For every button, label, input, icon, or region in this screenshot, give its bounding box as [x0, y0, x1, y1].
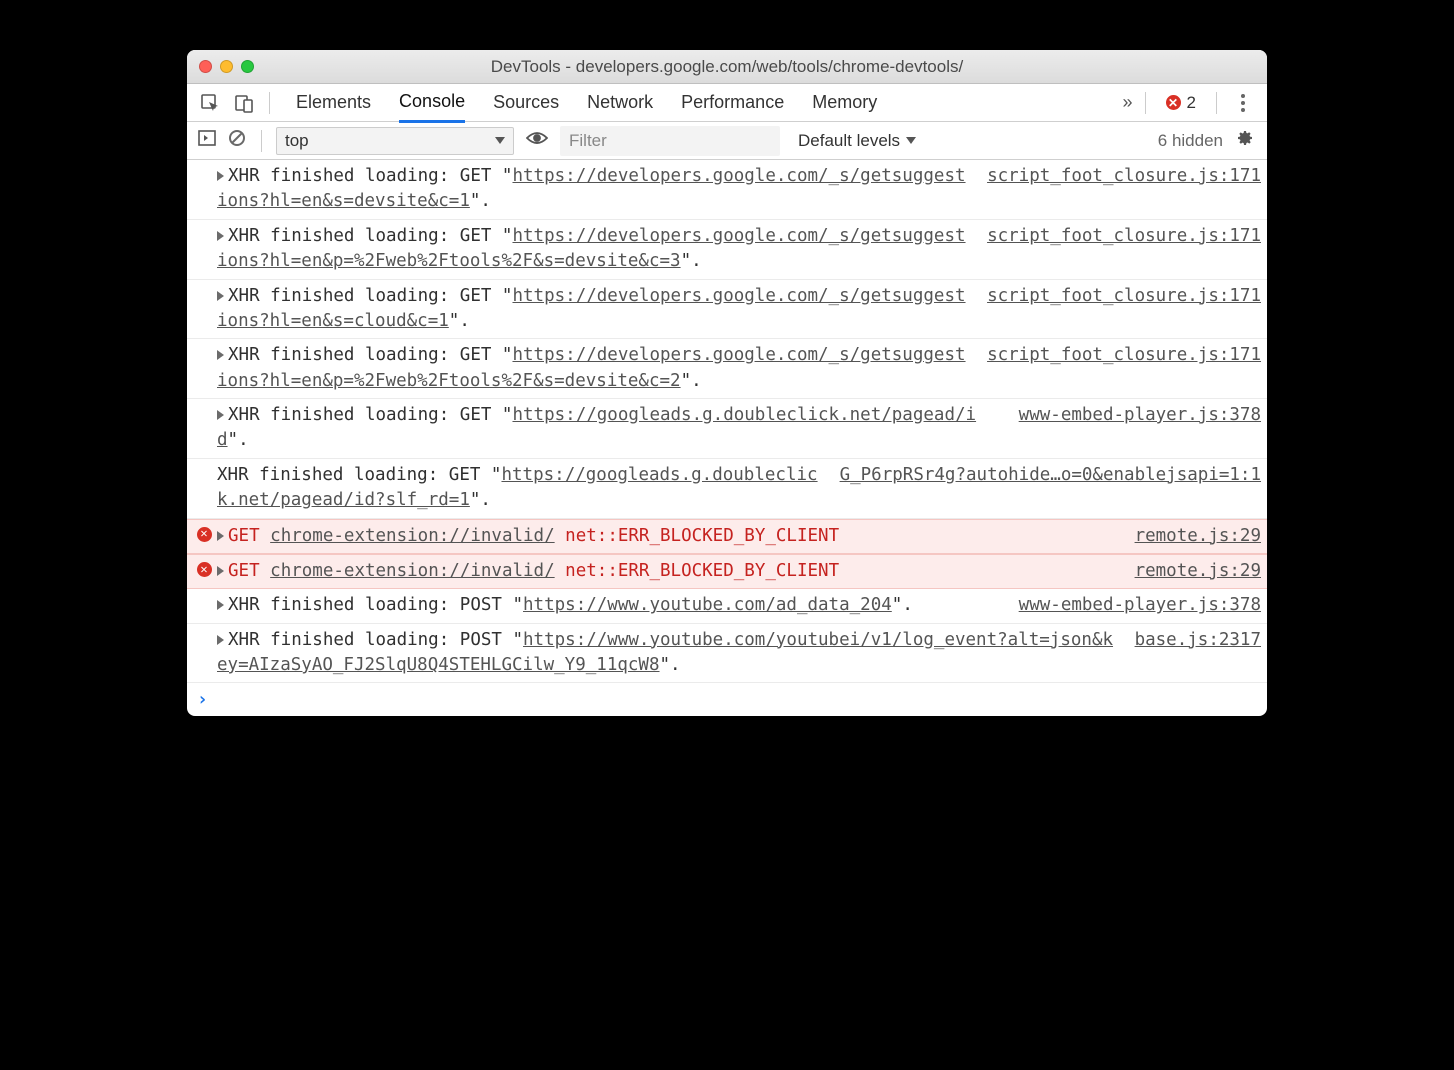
- console-messages: XHR finished loading: GET "https://devel…: [187, 160, 1267, 683]
- console-message: ✕ GET chrome-extension://invalid/ net::ER…: [187, 519, 1267, 554]
- clear-console-icon[interactable]: [227, 128, 247, 153]
- hidden-messages[interactable]: 6 hidden: [1158, 131, 1223, 151]
- disclosure-triangle-icon[interactable]: [217, 566, 224, 576]
- error-icon: ✕: [197, 527, 212, 542]
- context-value: top: [285, 131, 309, 151]
- prompt-caret-icon: ›: [197, 689, 208, 710]
- chevron-down-icon: [906, 137, 916, 144]
- error-method: GET: [228, 526, 270, 546]
- request-url[interactable]: https://www.youtube.com/ad_data_204: [523, 595, 892, 615]
- console-message: XHR finished loading: POST "https://www.…: [187, 624, 1267, 684]
- disclosure-triangle-icon[interactable]: [217, 635, 224, 645]
- context-selector[interactable]: top: [276, 127, 514, 155]
- tabs-overflow-icon[interactable]: »: [1123, 92, 1133, 113]
- message-text: XHR finished loading: GET "https://devel…: [217, 224, 987, 275]
- message-gutter: [191, 224, 217, 275]
- source-link[interactable]: script_foot_closure.js:171: [987, 224, 1261, 275]
- message-text: GET chrome-extension://invalid/ net::ERR…: [217, 559, 1135, 584]
- message-gutter: [191, 343, 217, 394]
- message-text: XHR finished loading: GET "https://devel…: [217, 284, 987, 335]
- disclosure-triangle-icon[interactable]: [217, 600, 224, 610]
- tab-sources[interactable]: Sources: [493, 84, 559, 121]
- devtools-window: DevTools - developers.google.com/web/too…: [187, 50, 1267, 716]
- message-gutter: [191, 284, 217, 335]
- message-text: XHR finished loading: GET "https://googl…: [217, 403, 1019, 454]
- console-message: XHR finished loading: GET "https://googl…: [187, 399, 1267, 459]
- message-text: XHR finished loading: POST "https://www.…: [217, 628, 1135, 679]
- tab-console[interactable]: Console: [399, 83, 465, 123]
- source-link[interactable]: base.js:2317: [1135, 628, 1261, 679]
- gear-icon[interactable]: [1233, 128, 1257, 153]
- levels-label: Default levels: [798, 131, 900, 151]
- message-gutter: [191, 164, 217, 215]
- error-count: 2: [1187, 93, 1196, 113]
- request-url[interactable]: chrome-extension://invalid/: [270, 561, 554, 581]
- message-text: XHR finished loading: GET "https://devel…: [217, 343, 987, 394]
- window-title: DevTools - developers.google.com/web/too…: [187, 57, 1267, 77]
- source-link[interactable]: script_foot_closure.js:171: [987, 164, 1261, 215]
- error-code: net::ERR_BLOCKED_BY_CLIENT: [555, 561, 839, 581]
- tab-performance[interactable]: Performance: [681, 84, 784, 121]
- console-message: XHR finished loading: GET "https://devel…: [187, 220, 1267, 280]
- request-url[interactable]: chrome-extension://invalid/: [270, 526, 554, 546]
- log-levels-selector[interactable]: Default levels: [790, 131, 924, 151]
- message-text: XHR finished loading: GET "https://devel…: [217, 164, 987, 215]
- console-message: ✕ GET chrome-extension://invalid/ net::ER…: [187, 554, 1267, 589]
- tab-memory[interactable]: Memory: [812, 84, 877, 121]
- console-prompt[interactable]: ›: [187, 683, 1267, 716]
- message-gutter: [191, 628, 217, 679]
- message-text: XHR finished loading: GET "https://googl…: [217, 463, 840, 514]
- message-gutter: ✕: [191, 524, 217, 549]
- filter-input[interactable]: [560, 126, 780, 156]
- error-badge[interactable]: ✕ 2: [1158, 93, 1204, 113]
- disclosure-triangle-icon[interactable]: [217, 231, 224, 241]
- console-message: XHR finished loading: GET "https://devel…: [187, 339, 1267, 399]
- error-icon: ✕: [1166, 95, 1181, 110]
- chevron-down-icon: [495, 137, 505, 144]
- kebab-menu-icon[interactable]: [1229, 94, 1257, 112]
- disclosure-triangle-icon[interactable]: [217, 531, 224, 541]
- device-toolbar-icon[interactable]: [231, 90, 257, 116]
- tab-network[interactable]: Network: [587, 84, 653, 121]
- source-link[interactable]: script_foot_closure.js:171: [987, 343, 1261, 394]
- error-method: GET: [228, 561, 270, 581]
- error-code: net::ERR_BLOCKED_BY_CLIENT: [555, 526, 839, 546]
- message-text: XHR finished loading: POST "https://www.…: [217, 593, 1019, 618]
- message-gutter: [191, 593, 217, 618]
- console-toolbar: top Default levels 6 hidden: [187, 122, 1267, 160]
- message-gutter: ✕: [191, 559, 217, 584]
- error-icon: ✕: [197, 562, 212, 577]
- disclosure-triangle-icon[interactable]: [217, 291, 224, 301]
- panel-tabs: Elements Console Sources Network Performance…: [187, 84, 1267, 122]
- source-link[interactable]: script_foot_closure.js:171: [987, 284, 1261, 335]
- disclosure-triangle-icon[interactable]: [217, 350, 224, 360]
- live-expression-icon[interactable]: [524, 130, 550, 151]
- tab-elements[interactable]: Elements: [296, 84, 371, 121]
- console-message: XHR finished loading: GET "https://devel…: [187, 160, 1267, 220]
- source-link[interactable]: www-embed-player.js:378: [1019, 403, 1261, 454]
- message-gutter: [191, 463, 217, 514]
- disclosure-triangle-icon[interactable]: [217, 171, 224, 181]
- disclosure-triangle-icon[interactable]: [217, 410, 224, 420]
- source-link[interactable]: remote.js:29: [1135, 524, 1261, 549]
- message-gutter: [191, 403, 217, 454]
- console-message: XHR finished loading: GET "https://devel…: [187, 280, 1267, 340]
- titlebar: DevTools - developers.google.com/web/too…: [187, 50, 1267, 84]
- console-message: XHR finished loading: POST "https://www.…: [187, 589, 1267, 623]
- source-link[interactable]: www-embed-player.js:378: [1019, 593, 1261, 618]
- source-link[interactable]: G_P6rpRSr4g?autohide…o=0&enablejsapi=1:1: [840, 463, 1261, 514]
- console-message: XHR finished loading: GET "https://googl…: [187, 459, 1267, 519]
- message-text: GET chrome-extension://invalid/ net::ERR…: [217, 524, 1135, 549]
- tab-list: Elements Console Sources Network Performance…: [282, 83, 1115, 123]
- sidebar-toggle-icon[interactable]: [197, 128, 217, 153]
- source-link[interactable]: remote.js:29: [1135, 559, 1261, 584]
- inspect-icon[interactable]: [197, 90, 223, 116]
